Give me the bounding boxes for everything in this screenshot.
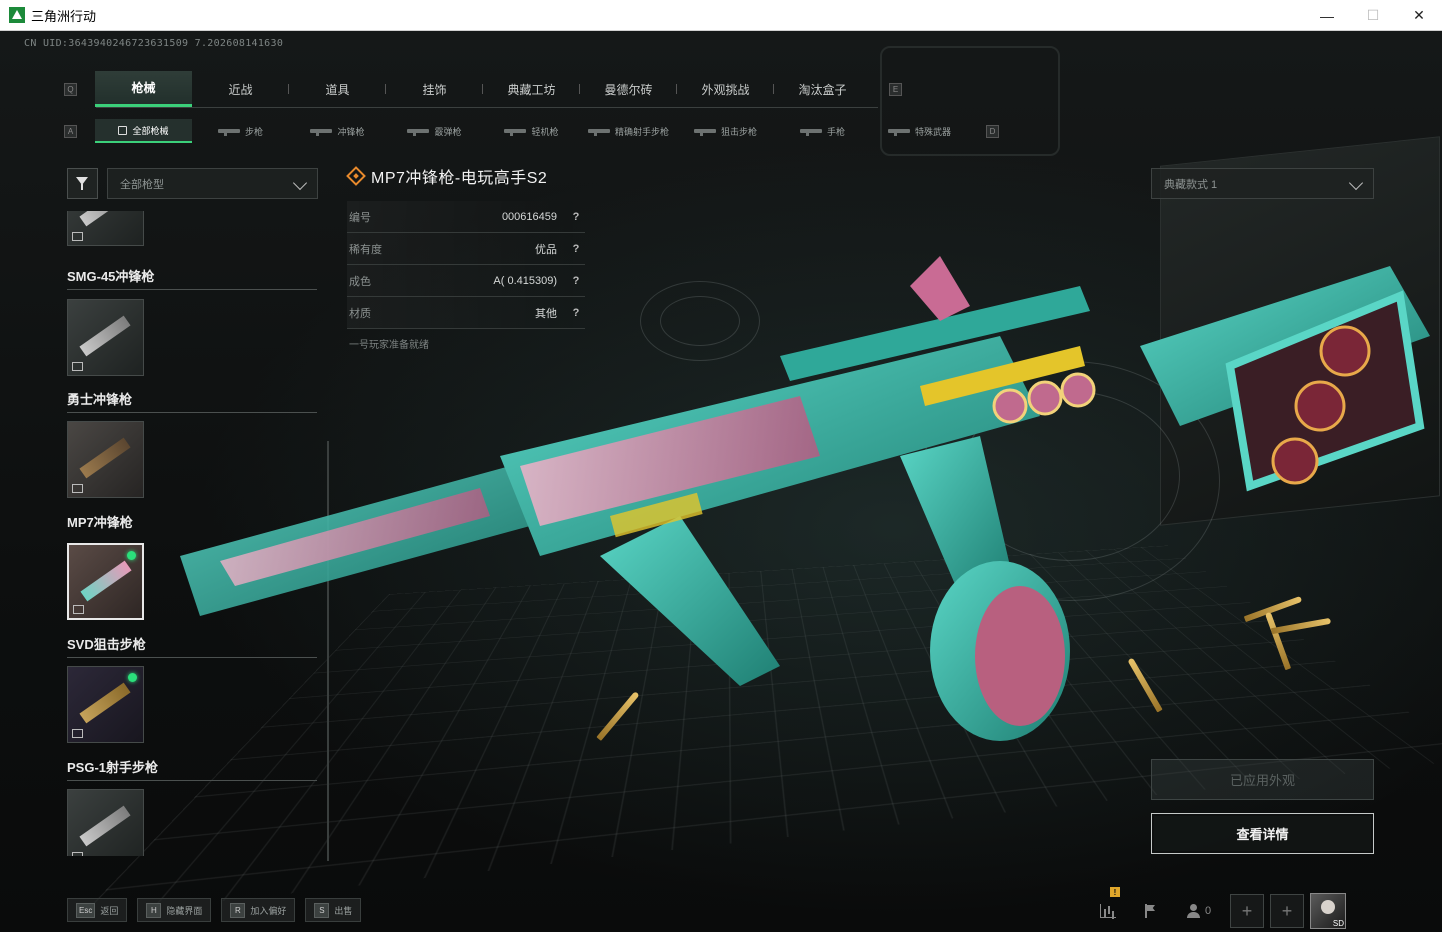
rifle-icon [217,129,240,136]
add-party-slot-button[interactable]: + [1230,894,1264,928]
tab-items[interactable]: 道具 [289,71,386,107]
window-titlebar: 三角洲行动 — ☐ ✕ [0,0,1442,31]
weapon-thumb[interactable] [67,789,144,856]
bottom-hints: Esc 返回 H 隐藏界面 R 加入偏好 S 出售 [67,898,362,922]
subtab-pistol[interactable]: 手枪 [774,119,871,143]
avatar[interactable]: SD [1310,893,1346,929]
subtab-smg[interactable]: 冲锋枪 [289,119,386,143]
equipped-indicator [128,673,137,682]
pistol-icon [799,129,822,136]
mission-button[interactable] [1132,893,1168,929]
next-tab-key[interactable]: E [889,82,902,96]
game-viewport: CN UID:3643940246723631509 7.20260814163… [0,31,1442,932]
help-icon[interactable]: ? [567,211,585,223]
uid-text: CN UID:3643940246723631509 7.20260814163… [24,38,284,49]
bottom-right-toolbar: ! 0 + + SD [1090,887,1346,929]
subtab-rifles[interactable]: 步枪 [192,119,289,143]
back-hint[interactable]: Esc 返回 [67,898,128,922]
app-logo-icon [9,7,25,23]
tab-charms[interactable]: 挂饰 [386,71,483,107]
weapon-preview [79,805,131,847]
chevron-down-icon [1348,175,1364,191]
filter-button[interactable] [67,168,98,199]
tab-elimination-box[interactable]: 淘汰盒子 [774,71,871,107]
weapon-thumb[interactable] [67,211,144,246]
weapon-name: MP7冲锋枪-电玩高手S2 [371,170,548,187]
tab-appearance-challenge[interactable]: 外观挑战 [677,71,774,107]
window-controls: — ☐ ✕ [1304,0,1442,31]
filter-icon [75,176,90,191]
smg-icon [310,129,333,136]
maximize-button[interactable]: ☐ [1350,0,1396,31]
weapon-model-preview[interactable] [180,226,1430,766]
grid-icon [118,125,128,135]
weapon-preview [79,682,131,724]
weapon-preview [79,437,131,479]
minimize-button[interactable]: — [1304,0,1350,31]
weapon-thumb[interactable] [67,299,144,376]
gun-type-dropdown[interactable]: 全部枪型 [107,168,318,199]
equipped-indicator [127,551,136,560]
rarity-icon [346,166,366,186]
subtab-shotgun[interactable]: 霰弹枪 [386,119,483,143]
sell-hint[interactable]: S 出售 [305,898,362,922]
gun-type-value: 全部枪型 [120,178,164,191]
image-icon [72,729,83,738]
weapon-skin-render [180,256,1430,741]
prev-tab-key[interactable]: Q [64,82,77,96]
style-dropdown[interactable]: 典藏款式 1 [1151,168,1374,199]
primary-tabs: Q 枪械 近战 道具 挂饰 典藏工坊 曼德尔砖 外观挑战 淘汰盒子 E [64,71,902,107]
next-subtab-key[interactable]: D [986,124,999,138]
secondary-tabs: A 全部枪械 步枪 冲锋枪 霰弹枪 轻机枪 精确射手步枪 狙击步枪 手枪 特殊武… [64,119,999,143]
window-title: 三角洲行动 [31,8,97,24]
friends-button[interactable]: 0 [1174,893,1224,929]
subtab-all-guns[interactable]: 全部枪械 [95,119,192,143]
weapon-preview [80,560,132,602]
avatar-label: SD [1332,919,1344,928]
lmg-icon [504,129,527,136]
shotgun-icon [407,129,430,136]
image-icon [73,605,84,614]
special-weapon-icon [887,129,910,136]
tab-melee[interactable]: 近战 [192,71,289,107]
weapon-title: MP7冲锋枪-电玩高手S2 [346,164,548,188]
subtab-marksman[interactable]: 精确射手步枪 [580,119,677,143]
weapon-thumb[interactable] [67,421,144,498]
weapon-preview [79,211,131,227]
subtab-special[interactable]: 特殊武器 [871,119,968,143]
image-icon [72,484,83,493]
style-value: 典藏款式 1 [1164,178,1218,191]
hide-ui-hint[interactable]: H 隐藏界面 [137,898,212,922]
chevron-down-icon [292,175,308,191]
tab-guns[interactable]: 枪械 [95,71,192,107]
marksman-icon [587,129,610,136]
view-details-button[interactable]: 查看详情 [1151,813,1374,854]
weapon-thumb-selected[interactable] [67,543,144,620]
image-icon [72,852,83,856]
image-icon [72,362,83,371]
tabs-divider [96,107,878,108]
tab-collection-workshop[interactable]: 典藏工坊 [483,71,580,107]
sniper-icon [693,129,716,136]
subtab-sniper[interactable]: 狙击步枪 [677,119,774,143]
bar-chart-icon [1100,904,1116,918]
flag-icon [1143,904,1157,918]
prev-subtab-key[interactable]: A [64,124,77,138]
add-favorite-hint[interactable]: R 加入偏好 [221,898,296,922]
stats-button[interactable]: ! [1090,887,1126,929]
image-icon [72,232,83,241]
friends-count: 0 [1204,905,1212,917]
weapon-preview [79,315,131,357]
close-button[interactable]: ✕ [1396,0,1442,31]
applied-appearance-button[interactable]: 已应用外观 [1151,759,1374,800]
notification-badge: ! [1110,887,1120,897]
subtab-lmg[interactable]: 轻机枪 [483,119,580,143]
add-party-slot-button[interactable]: + [1270,894,1304,928]
friends-icon [1186,904,1201,918]
weapon-thumb[interactable] [67,666,144,743]
tab-mandel-brick[interactable]: 曼德尔砖 [580,71,677,107]
